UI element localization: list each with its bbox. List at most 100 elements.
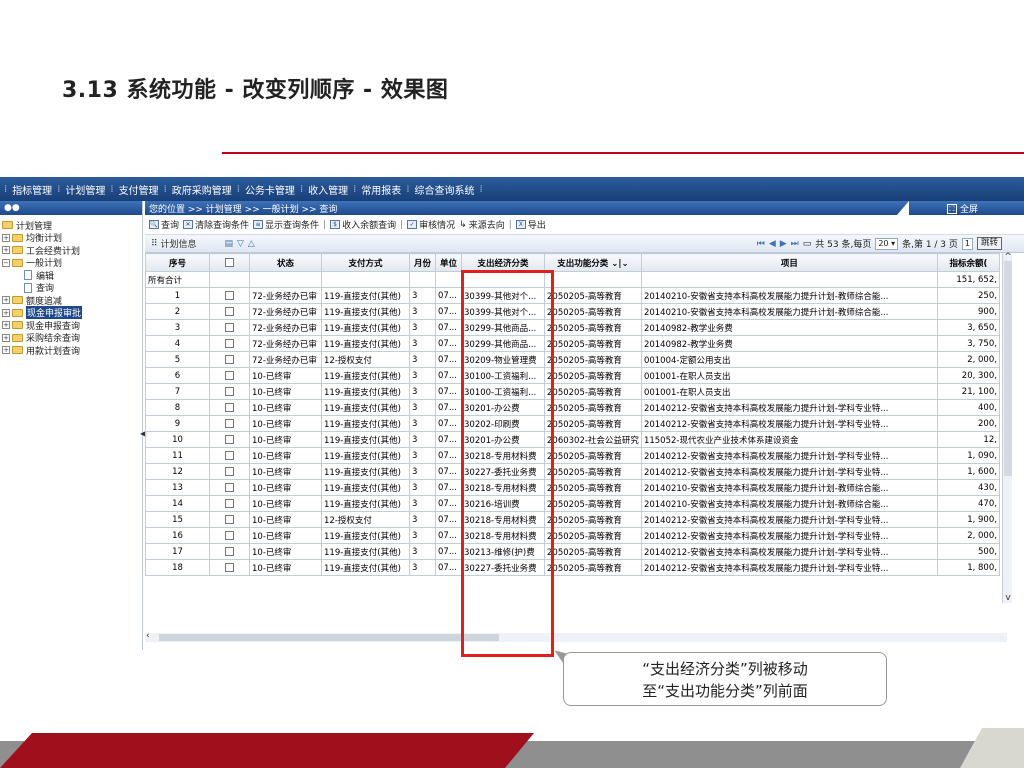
row-checkbox[interactable]	[225, 514, 234, 524]
menu-item[interactable]: 常用报表	[356, 182, 406, 197]
expand-node-icon[interactable]: +	[2, 296, 10, 305]
column-header[interactable]: 指标余额(	[936, 253, 1000, 272]
page-input[interactable]: 1	[961, 237, 973, 250]
row-checkbox[interactable]	[225, 418, 234, 428]
horizontal-scrollbar[interactable]: ‹	[145, 631, 1007, 642]
sidebar-item[interactable]: + 现金申报查询	[2, 319, 140, 332]
tree-root[interactable]: 计划管理	[2, 219, 140, 232]
sidebar-item[interactable]: + 额度追减	[2, 294, 140, 307]
row-checkbox[interactable]	[225, 562, 234, 572]
last-page-icon[interactable]: ⏭	[791, 239, 799, 249]
row-checkbox[interactable]	[225, 466, 234, 476]
row-checkbox[interactable]	[225, 546, 234, 556]
column-header[interactable]	[209, 253, 250, 272]
row-checkbox[interactable]	[225, 306, 234, 316]
expand-node-icon[interactable]: +	[2, 321, 10, 330]
sidebar-item[interactable]: − 一般计划	[2, 257, 140, 269]
menu-item[interactable]: 政府采购管理	[167, 182, 237, 197]
expand-node-icon[interactable]: +	[2, 233, 10, 242]
column-header[interactable]: 序号	[145, 253, 210, 272]
expand-node-icon[interactable]: +	[2, 333, 10, 342]
row-checkbox[interactable]	[225, 354, 234, 364]
expand-node-icon[interactable]: +	[2, 308, 10, 317]
audit-button[interactable]: ✓ 审核情况	[407, 218, 455, 231]
jump-button[interactable]: 跳转	[976, 237, 1002, 250]
menu-item[interactable]: 计划管理	[60, 182, 110, 197]
column-menu-icon[interactable]: ⌄|⌄	[608, 259, 628, 269]
table-row[interactable]: 15 10-已终审 12-授权支付 3 07... 30218-专用材料费 2050205-…	[145, 511, 1000, 528]
menu-item[interactable]: 综合查询系统	[410, 182, 480, 197]
row-checkbox[interactable]	[225, 482, 234, 492]
table-row[interactable]: 8 10-已终审 119-直接支付(其他) 3 07... 30201-办公费 205020…	[145, 399, 1000, 416]
table-row[interactable]: 13 10-已终审 119-直接支付(其他) 3 07... 30218-专用材料费 205…	[145, 479, 1000, 496]
row-checkbox[interactable]	[225, 338, 234, 348]
sidebar-item[interactable]: + 均衡计划	[2, 232, 140, 244]
column-header[interactable]: 支付方式	[321, 253, 410, 272]
row-checkbox[interactable]	[225, 402, 234, 412]
table-row[interactable]: 7 10-已终审 119-直接支付(其他) 3 07... 30100-工资福利... 20…	[145, 383, 1000, 400]
sidebar-item[interactable]: + 现金申报审批	[2, 306, 140, 320]
row-checkbox[interactable]	[225, 498, 234, 508]
table-row[interactable]: 10 10-已终审 119-直接支付(其他) 3 07... 30201-办公费 20603…	[145, 431, 1000, 448]
table-row[interactable]: 4 72-业务经办已审 119-直接支付(其他) 3 07... 30299-其他商品..…	[145, 335, 1000, 352]
column-header[interactable]: 月份	[409, 253, 436, 272]
sidebar-item[interactable]: + 采购结余查询	[2, 332, 140, 344]
expand-node-icon[interactable]: +	[2, 246, 10, 255]
table-row[interactable]: 16 10-已终审 119-直接支付(其他) 3 07... 30218-专用材料费 205…	[145, 527, 1000, 544]
table-row[interactable]: 11 10-已终审 119-直接支付(其他) 3 07... 30218-专用材料费 205…	[145, 447, 1000, 464]
next-page-icon[interactable]: ▶	[780, 239, 787, 249]
sidebar-toggle-icon[interactable]: ●●	[4, 203, 20, 213]
table-row[interactable]: 2 72-业务经办已审 119-直接支付(其他) 3 07... 30399-其他对个..…	[145, 303, 1000, 320]
page-size-select[interactable]: 20 ▾	[875, 237, 899, 250]
column-header[interactable]: 单位	[435, 253, 462, 272]
sidebar-item[interactable]: + 用款计划查询	[2, 344, 140, 357]
fullscreen-button[interactable]: ⛶ 全屏	[946, 202, 978, 215]
table-row[interactable]: 9 10-已终审 119-直接支付(其他) 3 07... 30202-印刷费 205020…	[145, 415, 1000, 432]
row-checkbox[interactable]	[225, 322, 234, 332]
row-checkbox[interactable]	[225, 530, 234, 540]
prev-page-icon[interactable]: ◀	[769, 239, 776, 249]
sidebar-item[interactable]: 查询	[2, 282, 140, 294]
balance-query-button[interactable]: $ 收入余额查询	[330, 218, 396, 231]
menu-item[interactable]: 支付管理	[114, 182, 164, 197]
table-row[interactable]: 3 72-业务经办已审 119-直接支付(其他) 3 07... 30299-其他商品..…	[145, 319, 1000, 336]
table-row[interactable]: 12 10-已终审 119-直接支付(其他) 3 07... 30227-委托业务费 205…	[145, 463, 1000, 480]
row-checkbox[interactable]	[225, 370, 234, 380]
first-page-icon[interactable]: ⏮	[757, 239, 765, 249]
expand-node-icon[interactable]: +	[2, 346, 10, 355]
table-row[interactable]: 14 10-已终审 119-直接支付(其他) 3 07... 30216-培训费 20502…	[145, 495, 1000, 512]
column-header[interactable]: 支出经济分类	[461, 253, 545, 272]
select-all-checkbox[interactable]	[225, 257, 234, 267]
expand-up-icon[interactable]: △	[248, 239, 255, 249]
horizontal-scroll-thumb[interactable]	[159, 634, 499, 641]
export-button[interactable]: X 导出	[515, 218, 546, 231]
table-row[interactable]: 6 10-已终审 119-直接支付(其他) 3 07... 30100-工资福利... 20…	[145, 367, 1000, 384]
table-row[interactable]: 5 72-业务经办已审 12-授权支付 3 07... 30209-物业管理费 205020…	[145, 351, 1000, 368]
table-row[interactable]: 18 10-已终审 119-直接支付(其他) 3 07... 30227-委托业务费 205…	[145, 559, 1000, 576]
row-checkbox[interactable]	[225, 450, 234, 460]
row-checkbox[interactable]	[225, 290, 234, 300]
show-condition-button[interactable]: ≡ 显示查询条件	[253, 218, 319, 231]
column-header[interactable]: 支出功能分类 ⌄|⌄	[544, 253, 642, 272]
vertical-scroll-thumb[interactable]	[1004, 261, 1012, 476]
sidebar-item[interactable]: + 工会经费计划	[2, 244, 140, 257]
query-button[interactable]: 🔍 查询	[149, 218, 179, 231]
vertical-scrollbar[interactable]: ^ v	[1002, 252, 1013, 603]
column-header[interactable]: 项目	[640, 253, 938, 272]
sidebar-item[interactable]: 编辑	[2, 269, 140, 282]
column-header[interactable]: 状态	[249, 253, 322, 272]
scroll-down-icon[interactable]: v	[1003, 593, 1013, 603]
menu-item[interactable]: 收入管理	[303, 182, 353, 197]
menu-item[interactable]: 指标管理	[7, 182, 57, 197]
row-checkbox[interactable]	[225, 434, 234, 444]
scroll-left-icon[interactable]: ‹	[146, 631, 150, 641]
table-row[interactable]: 17 10-已终审 119-直接支付(其他) 3 07... 30213-维修(护)费 20…	[145, 543, 1000, 560]
row-checkbox[interactable]	[225, 386, 234, 396]
collapse-node-icon[interactable]: −	[2, 258, 10, 267]
table-row[interactable]: 1 72-业务经办已审 119-直接支付(其他) 3 07... 30399-其他对个..…	[145, 287, 1000, 304]
menu-item[interactable]: 公务卡管理	[240, 182, 300, 197]
source-button[interactable]: ↳ 来源去向	[459, 218, 505, 232]
collapse-down-icon[interactable]: ▽	[237, 239, 244, 249]
clear-condition-button[interactable]: ✕ 清除查询条件	[183, 218, 249, 231]
column-settings-icon[interactable]: ▤	[224, 239, 233, 249]
